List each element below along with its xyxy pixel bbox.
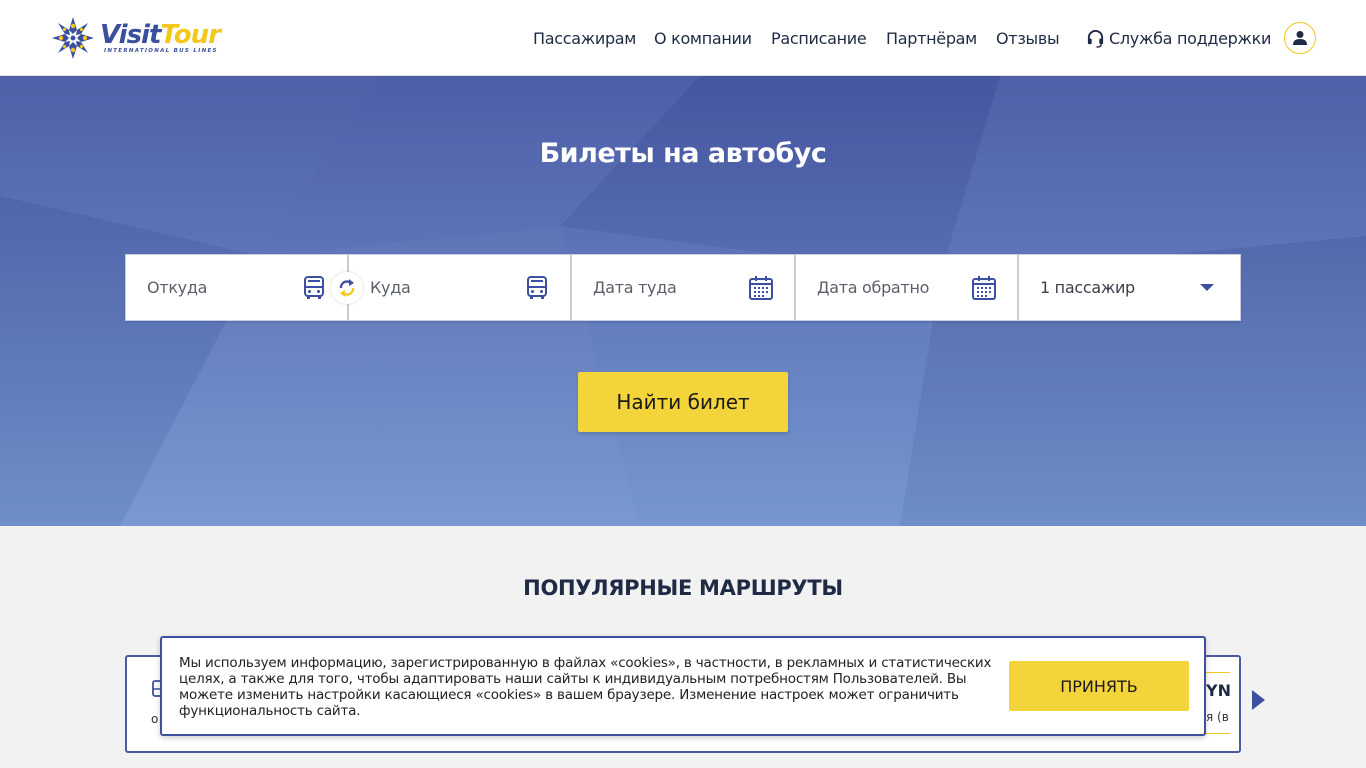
swap-arrows-icon [339, 279, 355, 297]
logo-star-icon [52, 17, 94, 59]
nav-link-about[interactable]: О компании [654, 29, 752, 48]
logo-tagline: INTERNATIONAL BUS LINES [104, 48, 218, 54]
route-peek-code: YN [1206, 681, 1231, 700]
nav-item-partners[interactable]: Партнёрам [886, 27, 977, 49]
from-placeholder: Откуда [147, 278, 208, 297]
accept-cookies-button[interactable]: ПРИНЯТЬ [1009, 661, 1189, 711]
hero-section: Билеты на автобус Откуда Куда Дата туда … [0, 76, 1366, 526]
logo-word-tour: Tour [160, 20, 221, 50]
date-there-placeholder: Дата туда [593, 278, 677, 297]
support-link[interactable]: Служба поддержки [1086, 27, 1271, 49]
date-back-field[interactable]: Дата обратно [796, 255, 1019, 320]
nav-link-reviews[interactable]: Отзывы [996, 29, 1060, 48]
logo-wordmark: VisitTour [100, 20, 221, 50]
svg-text:о: о [151, 712, 158, 726]
site-header: VisitTour INTERNATIONAL BUS LINES Пассаж… [0, 0, 1366, 76]
nav-link-partners[interactable]: Партнёрам [886, 29, 977, 48]
hero-title: Билеты на автобус [539, 138, 827, 169]
popular-routes-title: ПОПУЛЯРНЫЕ МАРШРУТЫ [523, 576, 843, 600]
nav-item-passengers[interactable]: Пассажирам [533, 27, 636, 49]
nav-link-passengers[interactable]: Пассажирам [533, 29, 636, 48]
passengers-value: 1 пассажир [1040, 278, 1135, 297]
swap-button[interactable] [331, 272, 363, 304]
cookie-banner: Мы используем информацию, зарегистрирова… [160, 636, 1206, 736]
logo-text: VisitTour INTERNATIONAL BUS LINES [100, 20, 221, 54]
date-back-placeholder: Дата обратно [817, 278, 930, 297]
from-field[interactable]: Откуда [126, 255, 363, 320]
search-form: Откуда Куда Дата туда Дата обратно 1 пас… [125, 254, 1241, 321]
nav-link-schedule[interactable]: Расписание [771, 29, 867, 48]
to-field[interactable]: Куда [349, 255, 572, 320]
find-ticket-button[interactable]: Найти билет [578, 372, 788, 432]
passengers-select[interactable]: 1 пассажир [1019, 255, 1240, 320]
cookie-text: Мы используем информацию, зарегистрирова… [179, 655, 992, 719]
carousel-next-icon[interactable] [1250, 688, 1266, 712]
user-icon [1293, 31, 1307, 45]
user-account-button[interactable] [1284, 22, 1316, 54]
support-label: Служба поддержки [1109, 28, 1272, 48]
route-peek-sub: я (в [1206, 710, 1229, 724]
logo[interactable]: VisitTour INTERNATIONAL BUS LINES [50, 14, 235, 62]
date-there-field[interactable]: Дата туда [572, 255, 796, 320]
nav-item-reviews[interactable]: Отзывы [996, 27, 1060, 49]
bus-icon [527, 276, 547, 299]
to-placeholder: Куда [370, 278, 411, 297]
nav-item-about[interactable]: О компании [654, 27, 752, 49]
nav-item-schedule[interactable]: Расписание [771, 27, 867, 49]
chevron-down-icon [1200, 284, 1214, 291]
headset-icon [1087, 29, 1104, 48]
calendar-icon [749, 276, 773, 300]
calendar-icon [972, 276, 996, 300]
logo-word-visit: Visit [100, 20, 161, 50]
bus-icon [304, 276, 324, 299]
